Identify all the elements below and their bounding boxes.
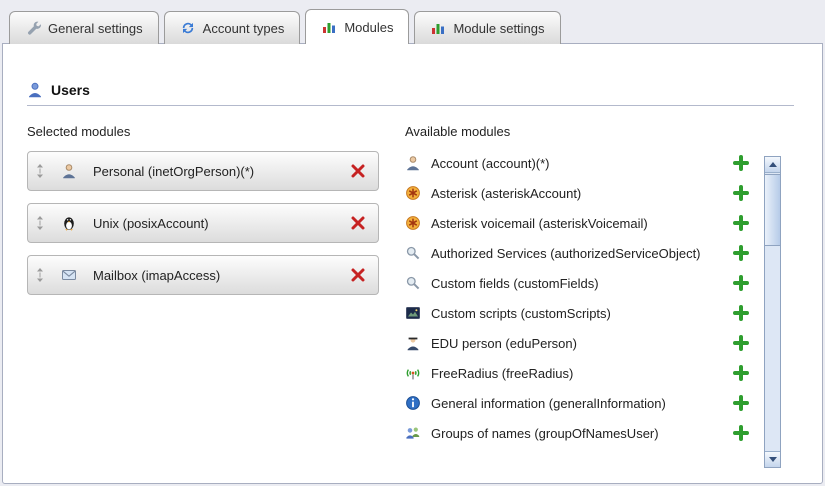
scrollbar-thumb[interactable]: [765, 174, 780, 246]
add-module-button[interactable]: [733, 185, 749, 201]
info-icon: [405, 395, 421, 411]
tab-bar: General settings Account types Modules M…: [9, 9, 561, 44]
add-module-button[interactable]: [733, 365, 749, 381]
asterisk-icon: [405, 185, 421, 201]
selected-module-row-mailbox[interactable]: Mailbox (imapAccess): [27, 255, 379, 295]
remove-module-button[interactable]: [350, 267, 366, 283]
add-module-button[interactable]: [733, 215, 749, 231]
available-module-row: Asterisk (asteriskAccount): [405, 178, 757, 208]
magnifier-icon: [405, 245, 421, 261]
module-label: Personal (inetOrgPerson)(*): [93, 164, 254, 179]
available-module-row: FreeRadius (freeRadius): [405, 358, 757, 388]
person-icon: [61, 163, 77, 179]
add-module-button[interactable]: [733, 275, 749, 291]
available-module-row: EDU person (eduPerson): [405, 328, 757, 358]
available-module-row: Custom scripts (customScripts): [405, 298, 757, 328]
scroll-up-button[interactable]: [765, 157, 780, 173]
add-module-button[interactable]: [733, 155, 749, 171]
available-module-row: General information (generalInformation): [405, 388, 757, 418]
group-icon: [405, 425, 421, 441]
module-label: Custom fields (customFields): [431, 276, 599, 291]
scroll-down-button[interactable]: [765, 451, 780, 467]
available-modules-list: Account (account)(*) Asterisk (asteriskA…: [405, 148, 757, 448]
tab-general-settings[interactable]: General settings: [9, 11, 159, 44]
available-module-row: Groups of names (groupOfNamesUser): [405, 418, 757, 448]
available-module-row: Account (account)(*): [405, 148, 757, 178]
graduate-icon: [405, 335, 421, 351]
penguin-icon: [61, 215, 77, 231]
arrow-up-icon: [769, 162, 777, 167]
magnifier-icon: [405, 275, 421, 291]
module-label: Groups of names (groupOfNamesUser): [431, 426, 659, 441]
drag-handle-icon[interactable]: [35, 215, 45, 231]
arrow-down-icon: [769, 457, 777, 462]
module-label: FreeRadius (freeRadius): [431, 366, 573, 381]
bar-chart-icon: [430, 20, 446, 36]
module-label: Authorized Services (authorizedServiceOb…: [431, 246, 701, 261]
add-module-button[interactable]: [733, 425, 749, 441]
tab-account-types[interactable]: Account types: [164, 11, 301, 44]
module-label: Custom scripts (customScripts): [431, 306, 611, 321]
drag-handle-icon[interactable]: [35, 163, 45, 179]
selected-module-row-personal[interactable]: Personal (inetOrgPerson)(*): [27, 151, 379, 191]
module-label: Unix (posixAccount): [93, 216, 209, 231]
available-module-row: Asterisk voicemail (asteriskVoicemail): [405, 208, 757, 238]
user-icon: [27, 82, 43, 98]
tab-module-settings[interactable]: Module settings: [414, 11, 560, 44]
person-icon: [405, 155, 421, 171]
selected-modules-heading: Selected modules: [27, 124, 379, 139]
add-module-button[interactable]: [733, 395, 749, 411]
page-title: Users: [51, 82, 90, 98]
available-module-row: Custom fields (customFields): [405, 268, 757, 298]
selected-module-row-unix[interactable]: Unix (posixAccount): [27, 203, 379, 243]
asterisk-icon: [405, 215, 421, 231]
remove-module-button[interactable]: [350, 163, 366, 179]
module-label: EDU person (eduPerson): [431, 336, 577, 351]
available-modules-column: Available modules Account (account)(*) A…: [405, 124, 757, 448]
available-modules-heading: Available modules: [405, 124, 757, 139]
available-module-row: Authorized Services (authorizedServiceOb…: [405, 238, 757, 268]
tab-label: General settings: [48, 21, 143, 36]
add-module-button[interactable]: [733, 305, 749, 321]
mail-icon: [61, 267, 77, 283]
selected-modules-column: Selected modules Personal (inetOrgPerson…: [27, 124, 379, 295]
tab-modules[interactable]: Modules: [305, 9, 409, 44]
script-icon: [405, 305, 421, 321]
wrench-icon: [25, 20, 41, 36]
tab-label: Module settings: [453, 21, 544, 36]
radio-waves-icon: [405, 365, 421, 381]
module-label: Mailbox (imapAccess): [93, 268, 220, 283]
tab-label: Account types: [203, 21, 285, 36]
section-header-users: Users: [27, 82, 794, 106]
module-label: Account (account)(*): [431, 156, 550, 171]
module-label: Asterisk voicemail (asteriskVoicemail): [431, 216, 648, 231]
module-label: General information (generalInformation): [431, 396, 666, 411]
remove-module-button[interactable]: [350, 215, 366, 231]
module-label: Asterisk (asteriskAccount): [431, 186, 581, 201]
tab-label: Modules: [344, 20, 393, 35]
modules-panel: Users Selected modules Personal (inetOrg…: [2, 43, 823, 484]
add-module-button[interactable]: [733, 245, 749, 261]
bar-chart-icon: [321, 19, 337, 35]
add-module-button[interactable]: [733, 335, 749, 351]
sync-arrows-icon: [180, 20, 196, 36]
drag-handle-icon[interactable]: [35, 267, 45, 283]
available-modules-scrollbar[interactable]: [764, 156, 781, 468]
